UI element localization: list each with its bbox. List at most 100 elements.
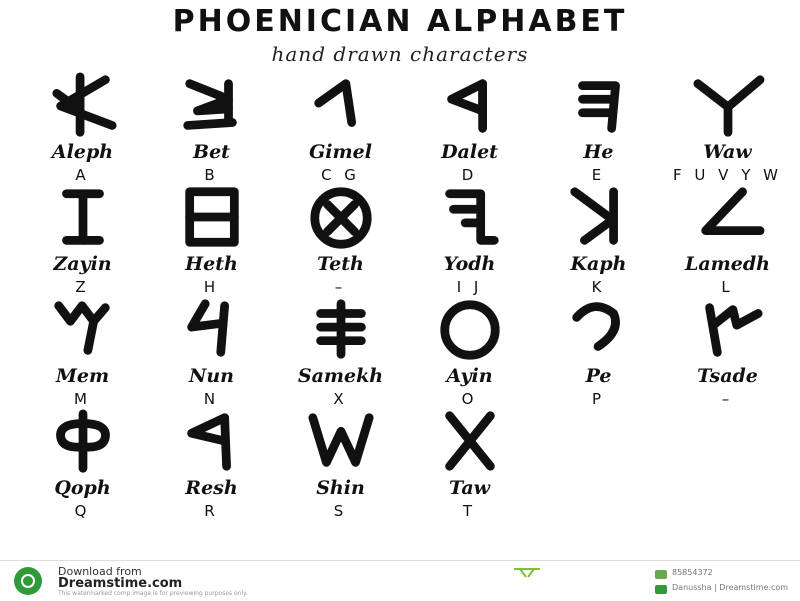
shin-glyph-icon [307, 413, 374, 467]
latin-equivalent: C G [321, 166, 360, 184]
latin-equivalent: K [591, 278, 606, 296]
letter-name: Qoph [54, 477, 111, 499]
latin-equivalent: R [204, 502, 219, 520]
letter-card-nun: Nun N [147, 296, 276, 408]
latin-equivalent: S [333, 502, 348, 520]
letter-card-lamedh: Lamedh L [663, 184, 792, 296]
latin-equivalent: E [591, 166, 606, 184]
dreamstime-logo-icon [14, 567, 42, 595]
qoph-glyph-icon [55, 409, 110, 473]
alphabet-grid: Aleph A Bet B Gimel C G Dalet D He E Waw [18, 72, 792, 520]
letter-card-zayin: Zayin Z [18, 184, 147, 296]
letter-card-pe: Pe P [534, 296, 663, 408]
latin-equivalent: T [462, 502, 477, 520]
latin-equivalent: D [461, 166, 478, 184]
latin-equivalent: H [203, 278, 220, 296]
letter-card-he: He E [534, 72, 663, 184]
latin-equivalent: P [591, 390, 606, 408]
latin-equivalent: – [334, 278, 347, 296]
latin-equivalent: O [461, 390, 478, 408]
letter-name: He [583, 141, 614, 163]
letter-name: Pe [585, 365, 612, 387]
letter-card-yodh: Yodh I J [405, 184, 534, 296]
letter-card-taw: Taw T [405, 408, 534, 520]
letter-name: Samekh [297, 365, 384, 387]
gimel-glyph-icon [313, 79, 356, 127]
letter-name: Nun [189, 365, 234, 387]
resh-glyph-icon [186, 413, 231, 471]
page-subtitle: hand drawn characters [271, 42, 529, 66]
letter-card-tsade: Tsade – [663, 296, 792, 408]
latin-equivalent: L [721, 278, 734, 296]
letter-card-ayin: Ayin O [405, 296, 534, 408]
latin-equivalent: I J [456, 278, 483, 296]
letter-card-bet: Bet B [147, 72, 276, 184]
letter-card-resh: Resh R [147, 408, 276, 520]
scissors-icon [514, 568, 540, 578]
latin-equivalent: Q [74, 502, 91, 520]
stock-footer: Download from Dreamstime.com This waterm… [0, 560, 800, 601]
letter-name: Bet [193, 141, 230, 163]
latin-equivalent: B [204, 166, 219, 184]
letter-name: Kaph [570, 253, 627, 275]
letter-card-aleph: Aleph A [18, 72, 147, 184]
letter-card-samekh: Samekh X [276, 296, 405, 408]
letter-name: Heth [185, 253, 238, 275]
letter-name: Waw [703, 141, 752, 163]
letter-card-waw: Waw F U V Y W [663, 72, 792, 184]
letter-card-qoph: Qoph Q [18, 408, 147, 520]
teth-glyph-icon [309, 187, 372, 249]
kaph-glyph-icon [569, 187, 618, 245]
lamedh-glyph-icon [700, 187, 764, 235]
letter-name: Teth [317, 253, 364, 275]
letter-card-dalet: Dalet D [405, 72, 534, 184]
id-badge-icon [655, 570, 667, 579]
dalet-glyph-icon [446, 79, 487, 133]
heth-glyph-icon [184, 187, 239, 247]
nun-glyph-icon [186, 299, 229, 357]
taw-glyph-icon [444, 411, 495, 471]
latin-equivalent: F U V Y W [673, 166, 782, 184]
waw-glyph-icon [693, 75, 764, 137]
ayin-glyph-icon [439, 300, 500, 360]
letter-name: Yodh [443, 253, 496, 275]
letter-card-gimel: Gimel C G [276, 72, 405, 184]
letter-name: Tsade [697, 365, 758, 387]
image-id: 85854372 [672, 568, 713, 577]
latin-equivalent: – [721, 390, 734, 408]
site-name[interactable]: Dreamstime.com [58, 576, 182, 591]
zayin-glyph-icon [61, 189, 104, 245]
page-title: PHOENICIAN ALPHABET [172, 4, 628, 39]
letter-name: Shin [316, 477, 365, 499]
letter-name: Taw [449, 477, 490, 499]
letter-name: Zayin [53, 253, 112, 275]
letter-name: Ayin [446, 365, 493, 387]
letter-name: Lamedh [685, 253, 770, 275]
latin-equivalent: N [203, 390, 220, 408]
mem-glyph-icon [53, 301, 110, 355]
letter-name: Mem [55, 365, 110, 387]
watermark-note: This watermarked comp image is for previ… [58, 590, 248, 597]
pe-glyph-icon [571, 302, 620, 351]
letter-name: Aleph [51, 141, 114, 163]
letter-card-teth: Teth – [276, 184, 405, 296]
letter-card-shin: Shin S [276, 408, 405, 520]
aleph-glyph-icon [51, 72, 117, 137]
samekh-glyph-icon [315, 299, 366, 359]
letter-card-heth: Heth H [147, 184, 276, 296]
latin-equivalent: Z [75, 278, 90, 296]
latin-equivalent: X [333, 390, 348, 408]
he-glyph-icon [577, 81, 620, 133]
letter-card-mem: Mem M [18, 296, 147, 408]
yodh-glyph-icon [444, 189, 499, 245]
author-badge-icon [655, 585, 667, 594]
tsade-glyph-icon [704, 303, 762, 357]
letter-name: Resh [185, 477, 238, 499]
latin-equivalent: M [74, 390, 91, 408]
latin-equivalent: A [75, 166, 90, 184]
letter-card-kaph: Kaph K [534, 184, 663, 296]
letter-name: Dalet [441, 141, 498, 163]
bet-glyph-icon [182, 79, 237, 130]
author-credit: Danussha | Dreamstime.com [672, 583, 789, 592]
letter-name: Gimel [309, 141, 372, 163]
